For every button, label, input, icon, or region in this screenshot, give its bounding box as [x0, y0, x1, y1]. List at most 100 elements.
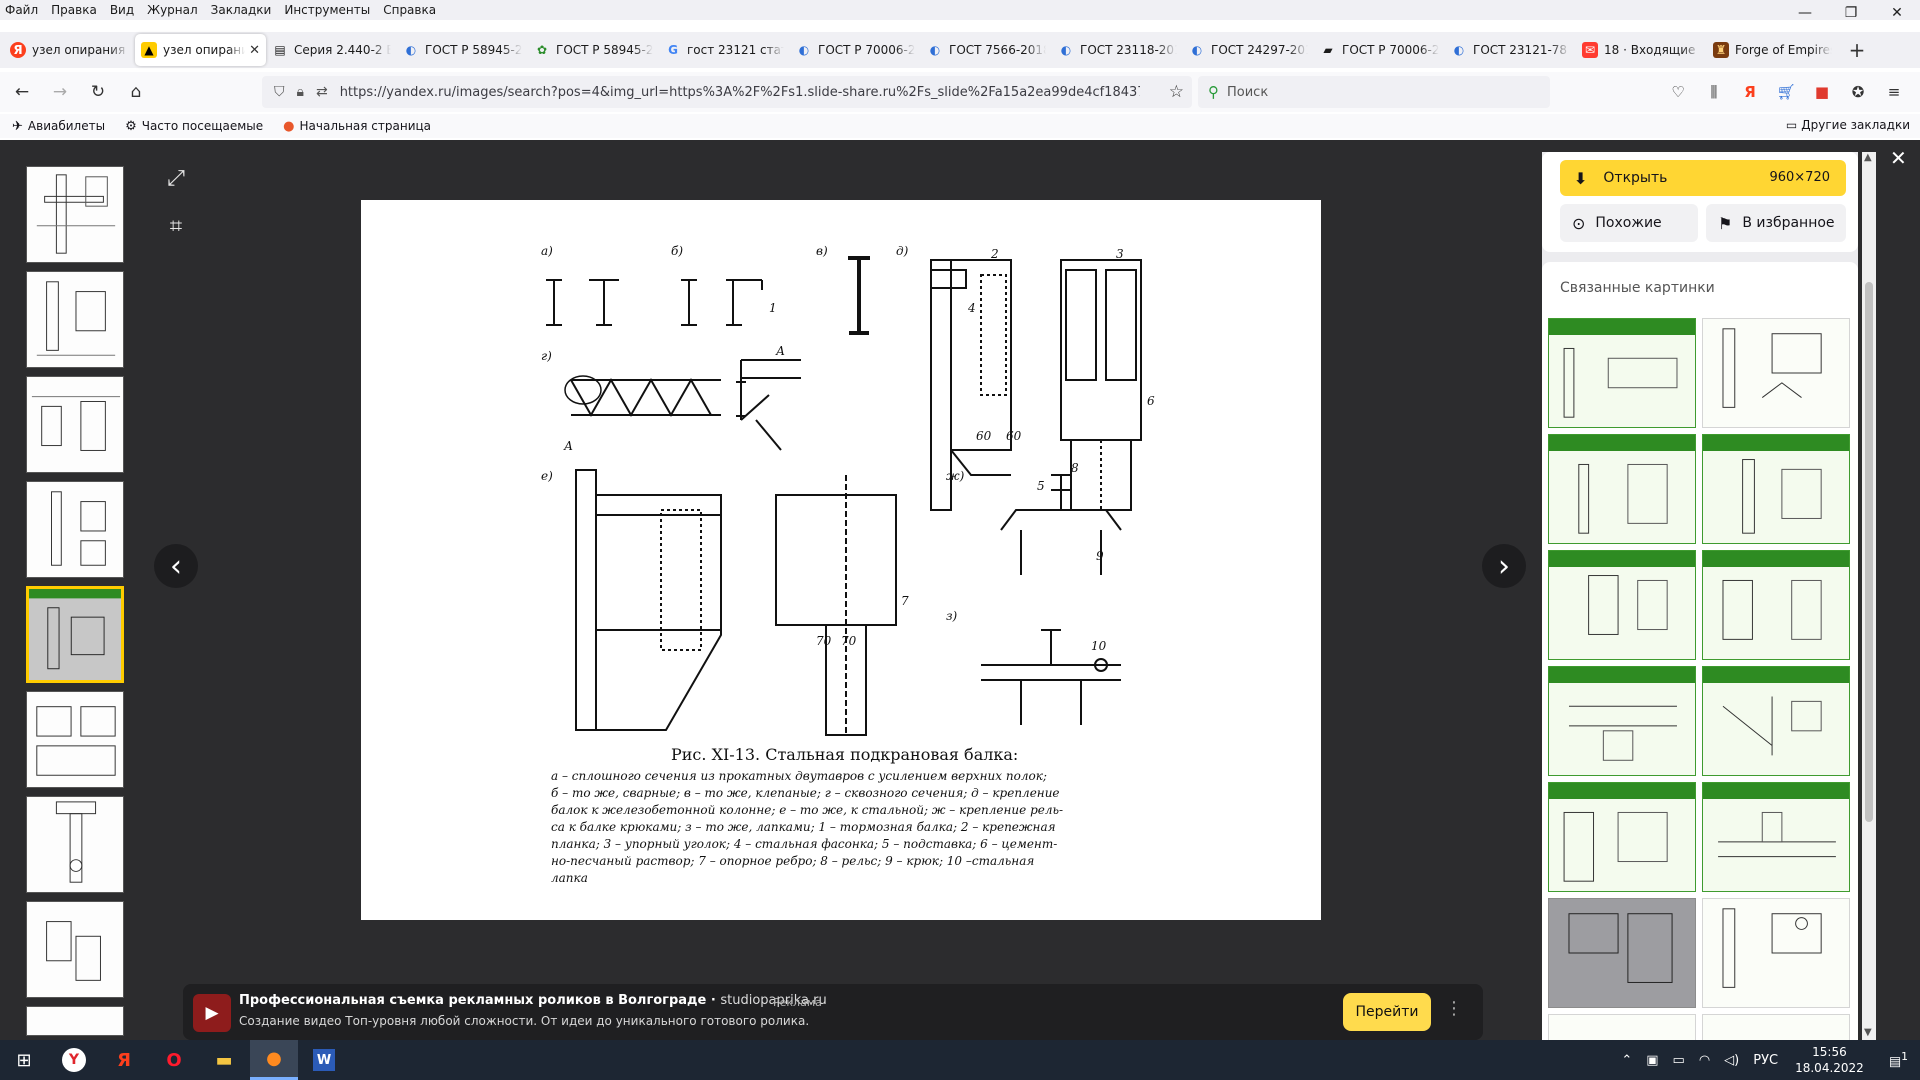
fullscreen-button[interactable]: ⤢	[160, 162, 192, 194]
add-favorite-button[interactable]: ⚑ В избранное	[1706, 204, 1846, 242]
related-thumbnail[interactable]	[1548, 434, 1696, 544]
viewer-thumbnail[interactable]	[26, 376, 124, 473]
search-input[interactable]: ⚲ Поиск	[1198, 76, 1550, 108]
hamburger-menu-icon[interactable]: ≡	[1876, 83, 1912, 101]
more-options-icon[interactable]: ⋮	[1445, 998, 1463, 1019]
menu-help[interactable]: Справка	[378, 3, 444, 17]
lock-icon[interactable]: 🔒︎	[297, 84, 304, 100]
menu-file[interactable]: Файл	[0, 3, 46, 17]
related-thumbnail[interactable]	[1702, 434, 1850, 544]
related-thumbnail[interactable]	[1548, 550, 1696, 660]
addon-icon[interactable]: ✪	[1840, 83, 1876, 101]
language-indicator[interactable]: РУС	[1753, 1053, 1778, 1068]
yandex-bar-icon[interactable]: Я	[1732, 83, 1768, 101]
start-button[interactable]: ⊞	[0, 1040, 48, 1080]
related-thumbnail[interactable]	[1702, 898, 1850, 1008]
viewer-thumbnail[interactable]	[26, 796, 124, 893]
back-button[interactable]: ←	[6, 76, 38, 108]
panel-scrollbar[interactable]: ▲ ▼	[1862, 152, 1876, 1040]
close-tab-icon[interactable]: ✕	[249, 43, 260, 58]
firefox-task[interactable]: ●	[250, 1040, 298, 1080]
battery-icon[interactable]: ▭	[1673, 1053, 1685, 1068]
forward-button[interactable]: →	[44, 76, 76, 108]
ad-go-button[interactable]: Перейти	[1343, 993, 1431, 1031]
related-thumbnail[interactable]	[1702, 666, 1850, 776]
yandex-task[interactable]: Я	[100, 1040, 148, 1080]
scroll-up-icon[interactable]: ▲	[1864, 152, 1872, 163]
similar-button[interactable]: ⊙ Похожие	[1560, 204, 1698, 242]
open-image-button[interactable]: ⬇ Открыть 960×720	[1560, 160, 1846, 196]
cart-icon[interactable]: 🛒︎	[1768, 83, 1804, 101]
url-text[interactable]: https://yandex.ru/images/search?pos=4&im…	[340, 85, 1140, 100]
tab-6[interactable]: ◐ ГОСТ Р 70006-20	[790, 32, 921, 68]
tab-1[interactable]: ▲узел опирания✕	[135, 34, 266, 66]
clock[interactable]: 15:56 18.04.2022	[1795, 1044, 1864, 1076]
related-thumbnail[interactable]	[1548, 666, 1696, 776]
tab-0[interactable]: Яузел опирания	[4, 32, 135, 68]
tab-11[interactable]: ◐ ГОСТ 23121-78 Б	[1445, 32, 1576, 68]
shield-icon[interactable]: ⛉	[274, 84, 285, 100]
related-thumbnail[interactable]	[1548, 318, 1696, 428]
wifi-icon[interactable]: ◠	[1699, 1053, 1710, 1068]
tab-13[interactable]: ♜ Forge of Empires	[1707, 32, 1838, 68]
viewer-thumbnail[interactable]	[26, 166, 124, 263]
restore-icon[interactable]: ❐	[1828, 0, 1874, 26]
url-bar[interactable]: ⛉ 🔒︎ ⇄ https://yandex.ru/images/search?p…	[262, 76, 1192, 108]
close-window-icon[interactable]: ✕	[1874, 0, 1920, 26]
word-task[interactable]: W	[300, 1040, 348, 1080]
tab-4[interactable]: ✿ ГОСТ Р 58945-20	[528, 32, 659, 68]
close-viewer-button[interactable]: ✕	[1890, 146, 1907, 170]
network-adapter-icon[interactable]: ▣	[1646, 1053, 1658, 1068]
pocket-icon[interactable]: ♡	[1660, 83, 1696, 101]
ad-banner[interactable]: ▶ Профессиональная съемка рекламных роли…	[183, 984, 1483, 1040]
related-thumbnail[interactable]	[1702, 1014, 1850, 1040]
tab-3[interactable]: ◐ ГОСТ Р 58945-20	[397, 32, 528, 68]
viewer-thumbnail[interactable]	[26, 691, 124, 788]
permissions-icon[interactable]: ⇄	[316, 84, 328, 100]
extension-icon[interactable]: ■	[1804, 83, 1840, 101]
explorer-task[interactable]: ▬	[200, 1040, 248, 1080]
menu-bookmarks[interactable]: Закладки	[206, 3, 280, 17]
new-tab-button[interactable]: +	[1842, 35, 1872, 65]
library-icon[interactable]: ⫼	[1696, 83, 1732, 101]
notifications-icon[interactable]: ▤1	[1889, 1050, 1908, 1069]
menu-edit[interactable]: Правка	[46, 3, 105, 17]
ad-title[interactable]: Профессиональная съемка рекламных ролико…	[239, 993, 827, 1008]
tab-12[interactable]: ✉ 18 · Входящие	[1576, 32, 1707, 68]
next-image-button[interactable]: ›	[1482, 544, 1526, 588]
related-thumbnail[interactable]	[1702, 782, 1850, 892]
scroll-down-icon[interactable]: ▼	[1864, 1027, 1872, 1038]
prev-image-button[interactable]: ‹	[154, 544, 198, 588]
main-image[interactable]: а) б) в) д) г) е) ж) з) 1 2 3 4 5 6 7 8 …	[361, 200, 1321, 920]
minimize-icon[interactable]: —	[1782, 0, 1828, 26]
related-thumbnail[interactable]	[1548, 1014, 1696, 1040]
tab-10[interactable]: ▰ ГОСТ Р 70006-20	[1314, 32, 1445, 68]
menu-history[interactable]: Журнал	[142, 3, 206, 17]
scroll-thumb[interactable]	[1865, 282, 1873, 822]
related-thumbnail[interactable]	[1702, 318, 1850, 428]
volume-icon[interactable]: ◁)	[1724, 1053, 1739, 1068]
viewer-thumbnail[interactable]	[26, 481, 124, 578]
chevron-up-icon[interactable]: ⌃	[1621, 1053, 1632, 1068]
bookmark-2[interactable]: ● Начальная страница	[283, 119, 431, 134]
related-thumbnail[interactable]	[1548, 898, 1696, 1008]
reload-button[interactable]: ↻	[82, 76, 114, 108]
tab-8[interactable]: ◐ГОСТ 23118-2019	[1052, 32, 1183, 68]
menu-view[interactable]: Вид	[105, 3, 142, 17]
viewer-thumbnail[interactable]	[26, 1006, 124, 1036]
other-bookmarks[interactable]: ▭ Другие закладки	[1786, 118, 1910, 132]
bookmark-1[interactable]: ⚙ Часто посещаемые	[125, 119, 263, 134]
yandex-browser-task[interactable]: Y	[50, 1040, 98, 1080]
viewer-thumbnail[interactable]	[26, 271, 124, 368]
viewer-thumbnail[interactable]	[26, 901, 124, 998]
tab-7[interactable]: ◐ ГОСТ 7566-2018	[921, 32, 1052, 68]
tab-5[interactable]: Gгост 23121 статус	[659, 32, 790, 68]
related-thumbnail[interactable]	[1548, 782, 1696, 892]
related-thumbnail[interactable]	[1702, 550, 1850, 660]
crop-button[interactable]: ⌗	[160, 210, 192, 242]
opera-task[interactable]: O	[150, 1040, 198, 1080]
menu-tools[interactable]: Инструменты	[279, 3, 378, 17]
bookmark-0[interactable]: ✈ Авиабилеты	[12, 119, 105, 134]
home-button[interactable]: ⌂	[120, 76, 152, 108]
viewer-thumbnail-selected[interactable]	[26, 586, 124, 683]
